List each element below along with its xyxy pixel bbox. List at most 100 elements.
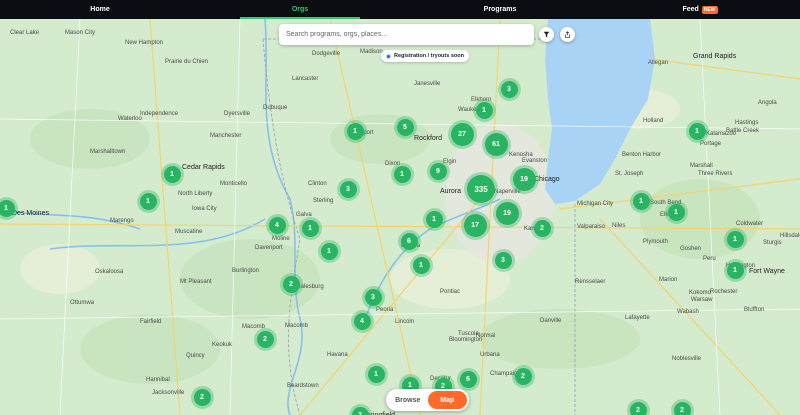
place-label: Rensselaer: [575, 279, 606, 285]
tab-feed-label: Feed: [682, 6, 699, 13]
place-label: Ottumwa: [70, 300, 95, 306]
place-label: North Liberty: [178, 191, 213, 197]
place-label: Allegan: [648, 60, 669, 66]
map-cluster[interactable]: 4: [353, 312, 371, 330]
place-label: Sturgis: [763, 240, 782, 246]
tab-home-label: Home: [90, 6, 110, 13]
place-label: Battle Creek: [726, 128, 760, 134]
map-cluster[interactable]: 17: [463, 213, 487, 237]
map-cluster[interactable]: 19: [495, 201, 519, 225]
map-cluster[interactable]: 3: [500, 80, 518, 98]
search-bar[interactable]: [279, 24, 534, 45]
share-button[interactable]: [560, 27, 575, 42]
place-label: Beardstown: [287, 383, 319, 389]
top-nav: Home Orgs Programs Feed NEW: [0, 0, 800, 19]
map-cluster[interactable]: 1: [163, 165, 181, 183]
place-label: Des Moines: [12, 210, 49, 217]
place-label: Cedar Rapids: [182, 164, 225, 171]
map-cluster[interactable]: 61: [484, 132, 508, 156]
map-cluster[interactable]: 1: [726, 261, 744, 279]
place-label: Davenport: [255, 245, 283, 251]
map-cluster[interactable]: 2: [629, 401, 647, 415]
place-label: Hillsdale: [780, 233, 800, 239]
map-cluster[interactable]: 2: [256, 330, 274, 348]
place-label: Danville: [540, 318, 562, 324]
legend-dot-icon: [386, 53, 391, 59]
place-label: Michigan City: [577, 201, 614, 207]
map-cluster[interactable]: 5: [396, 118, 414, 136]
tab-feed[interactable]: Feed NEW: [600, 0, 800, 19]
map-cluster[interactable]: 27: [450, 122, 474, 146]
map-cluster[interactable]: 1: [393, 165, 411, 183]
place-label: Prairie du Chien: [165, 59, 209, 65]
tab-orgs[interactable]: Orgs: [200, 0, 400, 19]
place-label: Kokomo: [689, 290, 712, 296]
map-canvas[interactable]: Clear Lake Mason City New Hampton Prairie d…: [0, 19, 800, 415]
place-label: Galva: [296, 212, 312, 218]
filter-button[interactable]: [539, 27, 554, 42]
place-label: Marshall: [690, 163, 713, 169]
map-cluster[interactable]: 1: [688, 122, 706, 140]
place-label: Urbana: [480, 352, 500, 358]
tab-programs[interactable]: Programs: [400, 0, 600, 19]
place-label: Galesburg: [296, 284, 324, 290]
map-cluster[interactable]: 2: [514, 367, 532, 385]
place-label: Bluffton: [744, 307, 765, 313]
place-label: Lafayette: [625, 315, 650, 321]
place-label: Havana: [327, 352, 348, 358]
map-cluster[interactable]: 1: [475, 101, 493, 119]
map-cluster[interactable]: 1: [667, 203, 685, 221]
map-cluster[interactable]: 9: [429, 162, 447, 180]
place-label: Niles: [612, 223, 626, 229]
place-label: Peoria: [376, 307, 394, 313]
place-label: Portage: [700, 141, 722, 147]
map-button[interactable]: Map: [427, 391, 467, 409]
place-label: Hannibal: [146, 377, 170, 383]
map-cluster[interactable]: 1: [346, 122, 364, 140]
map-cluster[interactable]: 3: [339, 180, 357, 198]
map-cluster[interactable]: 2: [533, 219, 551, 237]
place-label: Lincoln: [395, 319, 415, 325]
view-toggle: Browse Map: [386, 389, 469, 411]
place-label: Hastings: [735, 120, 759, 126]
place-label: Marshalltown: [90, 149, 126, 155]
map-cluster[interactable]: 335: [467, 175, 495, 203]
map-cluster[interactable]: 1: [425, 210, 443, 228]
map-cluster[interactable]: 19: [512, 167, 536, 191]
map-cluster[interactable]: 1: [301, 219, 319, 237]
browse-button[interactable]: Browse: [388, 391, 428, 409]
map-cluster[interactable]: 6: [400, 232, 418, 250]
place-label: Dodgeville: [312, 51, 341, 57]
map-cluster[interactable]: 1: [139, 192, 157, 210]
tab-orgs-label: Orgs: [291, 6, 309, 13]
place-label: Evanston: [522, 158, 548, 164]
map-cluster[interactable]: 1: [0, 199, 15, 217]
tab-home[interactable]: Home: [0, 0, 200, 19]
place-label: Peru: [703, 256, 716, 262]
place-label: Benton Harbor: [622, 152, 662, 158]
place-label: Monticello: [220, 181, 248, 187]
map-cluster[interactable]: 1: [367, 365, 385, 383]
place-label: Marion: [659, 277, 678, 283]
place-label: St. Joseph: [615, 171, 644, 177]
map-cluster[interactable]: 3: [364, 288, 382, 306]
map-cluster[interactable]: 2: [282, 275, 300, 293]
place-label: Fort Wayne: [749, 268, 785, 275]
place-label: Three Rivers: [698, 171, 733, 177]
map-cluster[interactable]: 6: [459, 370, 477, 388]
place-label: Keokuk: [212, 342, 233, 348]
map-cluster[interactable]: 4: [268, 216, 286, 234]
map-cluster[interactable]: 2: [673, 401, 691, 415]
map-cluster[interactable]: 1: [412, 256, 430, 274]
place-label: Wabash: [677, 309, 699, 315]
map-cluster[interactable]: 3: [494, 251, 512, 269]
place-label: Angola: [758, 100, 777, 106]
place-label: Dubuque: [263, 105, 288, 111]
place-label: Rockford: [414, 135, 443, 142]
place-label: Noblesville: [672, 356, 702, 362]
map-cluster[interactable]: 1: [726, 230, 744, 248]
map-cluster[interactable]: 1: [632, 192, 650, 210]
search-input[interactable]: [286, 31, 534, 38]
map-cluster[interactable]: 1: [320, 242, 338, 260]
map-cluster[interactable]: 2: [193, 388, 211, 406]
